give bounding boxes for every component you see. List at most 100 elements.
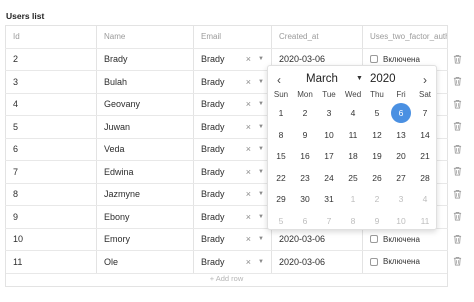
close-icon[interactable]: × [246,144,251,154]
calendar-day[interactable]: 11 [341,125,365,145]
trash-icon[interactable] [453,256,462,266]
calendar-day[interactable]: 21 [413,146,437,166]
calendar-day-outside-month[interactable]: 7 [317,211,341,231]
calendar-day[interactable]: 13 [389,125,413,145]
cell-email-select[interactable]: Brady × ▼ [193,71,271,93]
close-icon[interactable]: × [246,77,251,87]
cell-email-select[interactable]: Brady × ▼ [193,138,271,160]
cell-id[interactable]: 6 [5,138,96,160]
cell-name[interactable]: Brady [96,48,193,70]
chevron-down-icon[interactable]: ▼ [258,214,264,220]
chevron-down-icon[interactable]: ▼ [258,124,264,130]
close-icon[interactable]: × [246,189,251,199]
close-icon[interactable]: × [246,122,251,132]
calendar-day-outside-month[interactable]: 3 [389,189,413,209]
trash-icon[interactable] [453,144,462,154]
calendar-day-outside-month[interactable]: 2 [365,189,389,209]
calendar-day[interactable]: 22 [269,168,293,188]
cell-name[interactable]: Juwan [96,116,193,138]
chevron-down-icon[interactable]: ▼ [258,79,264,85]
calendar-day[interactable]: 1 [269,103,293,123]
cell-id[interactable]: 10 [5,228,96,250]
column-header-id[interactable]: Id [5,26,96,48]
cell-email-select[interactable]: Brady × ▼ [193,228,271,250]
year-input[interactable]: 2020 [370,73,396,85]
calendar-day[interactable]: 15 [269,146,293,166]
trash-icon[interactable] [453,166,462,176]
next-month-button[interactable]: › [418,72,432,88]
chevron-down-icon[interactable]: ▼ [258,146,264,152]
calendar-day[interactable]: 18 [341,146,365,166]
chevron-down-icon[interactable]: ▼ [258,56,264,62]
cell-email-select[interactable]: Brady × ▼ [193,183,271,205]
column-header-name[interactable]: Name [96,26,193,48]
close-icon[interactable]: × [246,167,251,177]
two-factor-checkbox[interactable] [370,235,378,244]
calendar-day-outside-month[interactable]: 9 [365,211,389,231]
calendar-day[interactable]: 29 [269,189,293,209]
calendar-day[interactable]: 14 [413,125,437,145]
calendar-day[interactable]: 17 [317,146,341,166]
trash-icon[interactable] [453,234,462,244]
cell-email-select[interactable]: Brady × ▼ [193,206,271,228]
chevron-down-icon[interactable]: ▼ [258,169,264,175]
calendar-day[interactable]: 16 [293,146,317,166]
calendar-day[interactable]: 23 [293,168,317,188]
calendar-day-outside-month[interactable]: 11 [413,211,437,231]
calendar-day[interactable]: 4 [341,103,365,123]
cell-email-select[interactable]: Brady × ▼ [193,48,271,70]
trash-icon[interactable] [453,211,462,221]
calendar-day[interactable]: 10 [317,125,341,145]
close-icon[interactable]: × [246,257,251,267]
calendar-day-outside-month[interactable]: 8 [341,211,365,231]
close-icon[interactable]: × [246,212,251,222]
calendar-day[interactable]: 24 [317,168,341,188]
calendar-day[interactable]: 12 [365,125,389,145]
calendar-day-outside-month[interactable]: 5 [269,211,293,231]
cell-name[interactable]: Veda [96,138,193,160]
cell-two-factor[interactable]: Включена [362,228,448,250]
calendar-day[interactable]: 5 [365,103,389,123]
chevron-down-icon[interactable]: ▼ [258,236,264,242]
trash-icon[interactable] [453,76,462,86]
column-header-created-at[interactable]: Created_at [271,26,362,48]
close-icon[interactable]: × [246,54,251,64]
add-row-button[interactable]: + Add row [5,270,448,287]
calendar-day-outside-month[interactable]: 1 [341,189,365,209]
calendar-day[interactable]: 26 [365,168,389,188]
column-header-email[interactable]: Email [193,26,271,48]
cell-email-select[interactable]: Brady × ▼ [193,116,271,138]
cell-name[interactable]: Emory [96,228,193,250]
calendar-day[interactable]: 19 [365,146,389,166]
cell-created-at[interactable]: 2020-03-06 [271,228,362,250]
cell-id[interactable]: 5 [5,116,96,138]
two-factor-checkbox[interactable] [370,257,378,266]
close-icon[interactable]: × [246,234,251,244]
cell-id[interactable]: 3 [5,71,96,93]
calendar-day-outside-month[interactable]: 6 [293,211,317,231]
calendar-day[interactable]: 27 [389,168,413,188]
calendar-day[interactable]: 30 [293,189,317,209]
column-header-two-factor[interactable]: Uses_two_factor_auth [362,26,448,48]
calendar-day[interactable]: 8 [269,125,293,145]
close-icon[interactable]: × [246,99,251,109]
cell-email-select[interactable]: Brady × ▼ [193,161,271,183]
cell-id[interactable]: 8 [5,183,96,205]
calendar-day-outside-month[interactable]: 10 [389,211,413,231]
calendar-day[interactable]: 2 [293,103,317,123]
calendar-day[interactable]: 6 [389,103,413,123]
trash-icon[interactable] [453,121,462,131]
cell-name[interactable]: Bulah [96,71,193,93]
calendar-day[interactable]: 7 [413,103,437,123]
calendar-day[interactable]: 20 [389,146,413,166]
trash-icon[interactable] [453,189,462,199]
calendar-day[interactable]: 25 [341,168,365,188]
chevron-down-icon[interactable]: ▼ [258,101,264,107]
trash-icon[interactable] [453,99,462,109]
calendar-day-outside-month[interactable]: 4 [413,189,437,209]
calendar-day[interactable]: 3 [317,103,341,123]
previous-month-button[interactable]: ‹ [272,72,286,88]
cell-id[interactable]: 7 [5,161,96,183]
cell-id[interactable]: 9 [5,206,96,228]
cell-id[interactable]: 2 [5,48,96,70]
